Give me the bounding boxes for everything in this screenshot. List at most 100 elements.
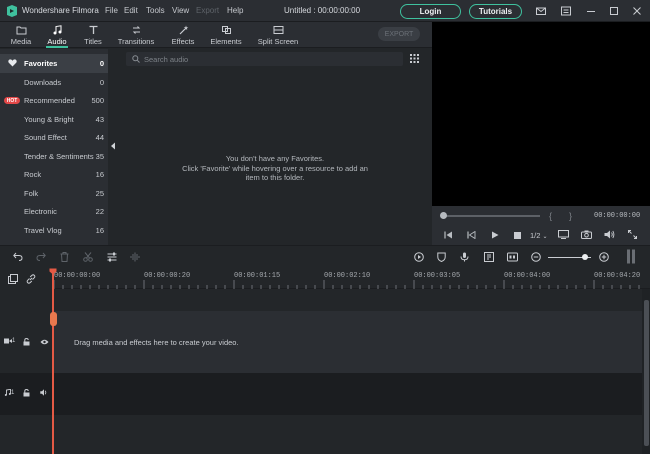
document-title: Untitled : 00:00:00:00 <box>284 6 361 15</box>
step-back-icon[interactable] <box>467 231 476 239</box>
minimize-icon[interactable] <box>585 5 597 17</box>
ruler-tick-label: 00:00:01:15 <box>234 272 281 280</box>
category-name: Sound Effect <box>24 133 67 143</box>
tab-split-screen-label: Split Screen <box>257 37 299 46</box>
export-button[interactable]: EXPORT <box>378 27 420 41</box>
tab-split-screen[interactable]: Split Screen <box>256 22 300 48</box>
category-name: Rock <box>24 170 42 180</box>
preview-progress-knob[interactable] <box>440 212 447 219</box>
category-count: 22 <box>95 207 104 217</box>
tab-audio[interactable]: Audio <box>44 22 70 48</box>
snapshot-camera-icon[interactable] <box>581 230 592 239</box>
empty-message-line: Click 'Favorite' while hovering over a r… <box>182 163 368 173</box>
menu-help[interactable]: Help <box>227 6 243 15</box>
text-t-icon <box>88 25 99 35</box>
mark-out-button[interactable]: } <box>569 211 572 221</box>
link-icon[interactable] <box>26 274 36 284</box>
microphone-icon[interactable] <box>460 252 469 262</box>
category-recommended[interactable]: HOT Recommended 500 <box>0 92 108 111</box>
timeline-empty-area-bottom <box>52 415 642 454</box>
display-settings-icon[interactable] <box>558 230 569 239</box>
mail-icon[interactable] <box>535 5 547 17</box>
audio-track-label: 1 <box>4 389 14 396</box>
tab-transitions[interactable]: Transitions <box>116 22 156 48</box>
playhead-line[interactable] <box>52 270 54 454</box>
category-name: Young & Bright <box>24 114 74 124</box>
category-tender-sentiments[interactable]: Tender & Sentiments 35 <box>0 147 108 166</box>
login-button[interactable]: Login <box>400 4 461 19</box>
zoom-out-icon[interactable] <box>531 252 541 262</box>
redo-icon[interactable] <box>36 252 46 261</box>
subtitle-icon[interactable] <box>507 252 518 262</box>
add-track-icon[interactable] <box>8 274 18 284</box>
zoom-slider-knob[interactable] <box>582 254 588 260</box>
category-rock[interactable]: Rock 16 <box>0 166 108 185</box>
audio-waveform-icon[interactable] <box>130 252 140 262</box>
tab-titles[interactable]: Titles <box>80 22 106 48</box>
ruler-tick-label: 00:00:04:20 <box>594 272 641 280</box>
category-count: 500 <box>91 96 104 106</box>
category-name: Recommended <box>24 96 75 106</box>
grid-view-icon[interactable] <box>410 54 419 63</box>
marker-shield-icon[interactable] <box>437 252 446 262</box>
menu-export[interactable]: Export <box>196 6 219 15</box>
video-track-eye-icon[interactable] <box>40 339 49 345</box>
timeline-empty-area-top <box>52 289 642 311</box>
mark-in-button[interactable]: { <box>549 211 552 221</box>
menu-tools[interactable]: Tools <box>146 6 165 15</box>
audio-track-lane[interactable] <box>52 373 642 415</box>
account-icon[interactable] <box>560 5 572 17</box>
tab-elements[interactable]: Elements <box>209 22 243 48</box>
magic-wand-icon <box>178 25 189 35</box>
category-downloads[interactable]: Downloads 0 <box>0 73 108 92</box>
menu-edit[interactable]: Edit <box>124 6 138 15</box>
category-young-bright[interactable]: Young & Bright 43 <box>0 110 108 129</box>
search-icon <box>132 55 140 63</box>
timeline-scrollbar-thumb[interactable] <box>644 300 649 446</box>
maximize-icon[interactable] <box>608 5 620 17</box>
skip-back-icon[interactable] <box>444 231 453 239</box>
tab-transitions-label: Transitions <box>117 37 155 46</box>
undo-icon[interactable] <box>13 252 23 261</box>
category-electronic[interactable]: Electronic 22 <box>0 203 108 222</box>
audio-track-speaker-icon[interactable] <box>40 389 48 396</box>
ruler-tick-label: 00:00:02:10 <box>324 272 371 280</box>
category-name: Favorites <box>24 58 58 68</box>
scissors-icon[interactable] <box>83 252 93 262</box>
fullscreen-icon[interactable] <box>628 230 637 239</box>
preview-quality-dropdown[interactable]: 1/2 ⌄ <box>530 231 548 240</box>
audio-library-panel <box>118 49 432 245</box>
play-icon[interactable] <box>491 231 499 239</box>
menu-file[interactable]: File <box>105 6 118 15</box>
preview-quality-value: 1/2 <box>530 231 541 240</box>
video-track-lock-icon[interactable] <box>23 338 30 346</box>
voiceover-note-icon[interactable] <box>484 252 494 262</box>
delete-icon[interactable] <box>60 252 69 262</box>
zoom-in-icon[interactable] <box>599 252 609 262</box>
music-note-icon <box>52 25 63 35</box>
audio-track-lock-icon[interactable] <box>23 389 30 397</box>
category-count: 16 <box>95 170 104 180</box>
category-travel-vlog[interactable]: Travel Vlog 16 <box>0 221 108 240</box>
hot-badge: HOT <box>4 97 20 105</box>
volume-icon[interactable] <box>604 230 615 239</box>
audio-meter-icon[interactable] <box>626 249 636 264</box>
category-count: 43 <box>95 114 104 124</box>
render-play-icon[interactable] <box>414 252 424 262</box>
tab-elements-label: Elements <box>210 37 242 46</box>
playhead-marker-icon[interactable] <box>49 268 57 275</box>
menu-view[interactable]: View <box>172 6 189 15</box>
category-favorites[interactable]: Favorites 0 <box>0 54 108 73</box>
app-name: Wondershare Filmora <box>22 6 99 15</box>
tutorials-button[interactable]: Tutorials <box>469 4 522 19</box>
tab-effects[interactable]: Effects <box>168 22 198 48</box>
category-folk[interactable]: Folk 25 <box>0 184 108 203</box>
category-sound-effect[interactable]: Sound Effect 44 <box>0 129 108 148</box>
preview-progress-bar[interactable] <box>441 215 540 217</box>
playhead-handle[interactable] <box>50 312 57 326</box>
collapse-sidebar-handle[interactable] <box>108 49 118 245</box>
tab-media[interactable]: Media <box>8 22 34 48</box>
adjust-icon[interactable] <box>107 252 117 262</box>
stop-icon[interactable] <box>514 232 521 239</box>
close-icon[interactable] <box>631 5 643 17</box>
